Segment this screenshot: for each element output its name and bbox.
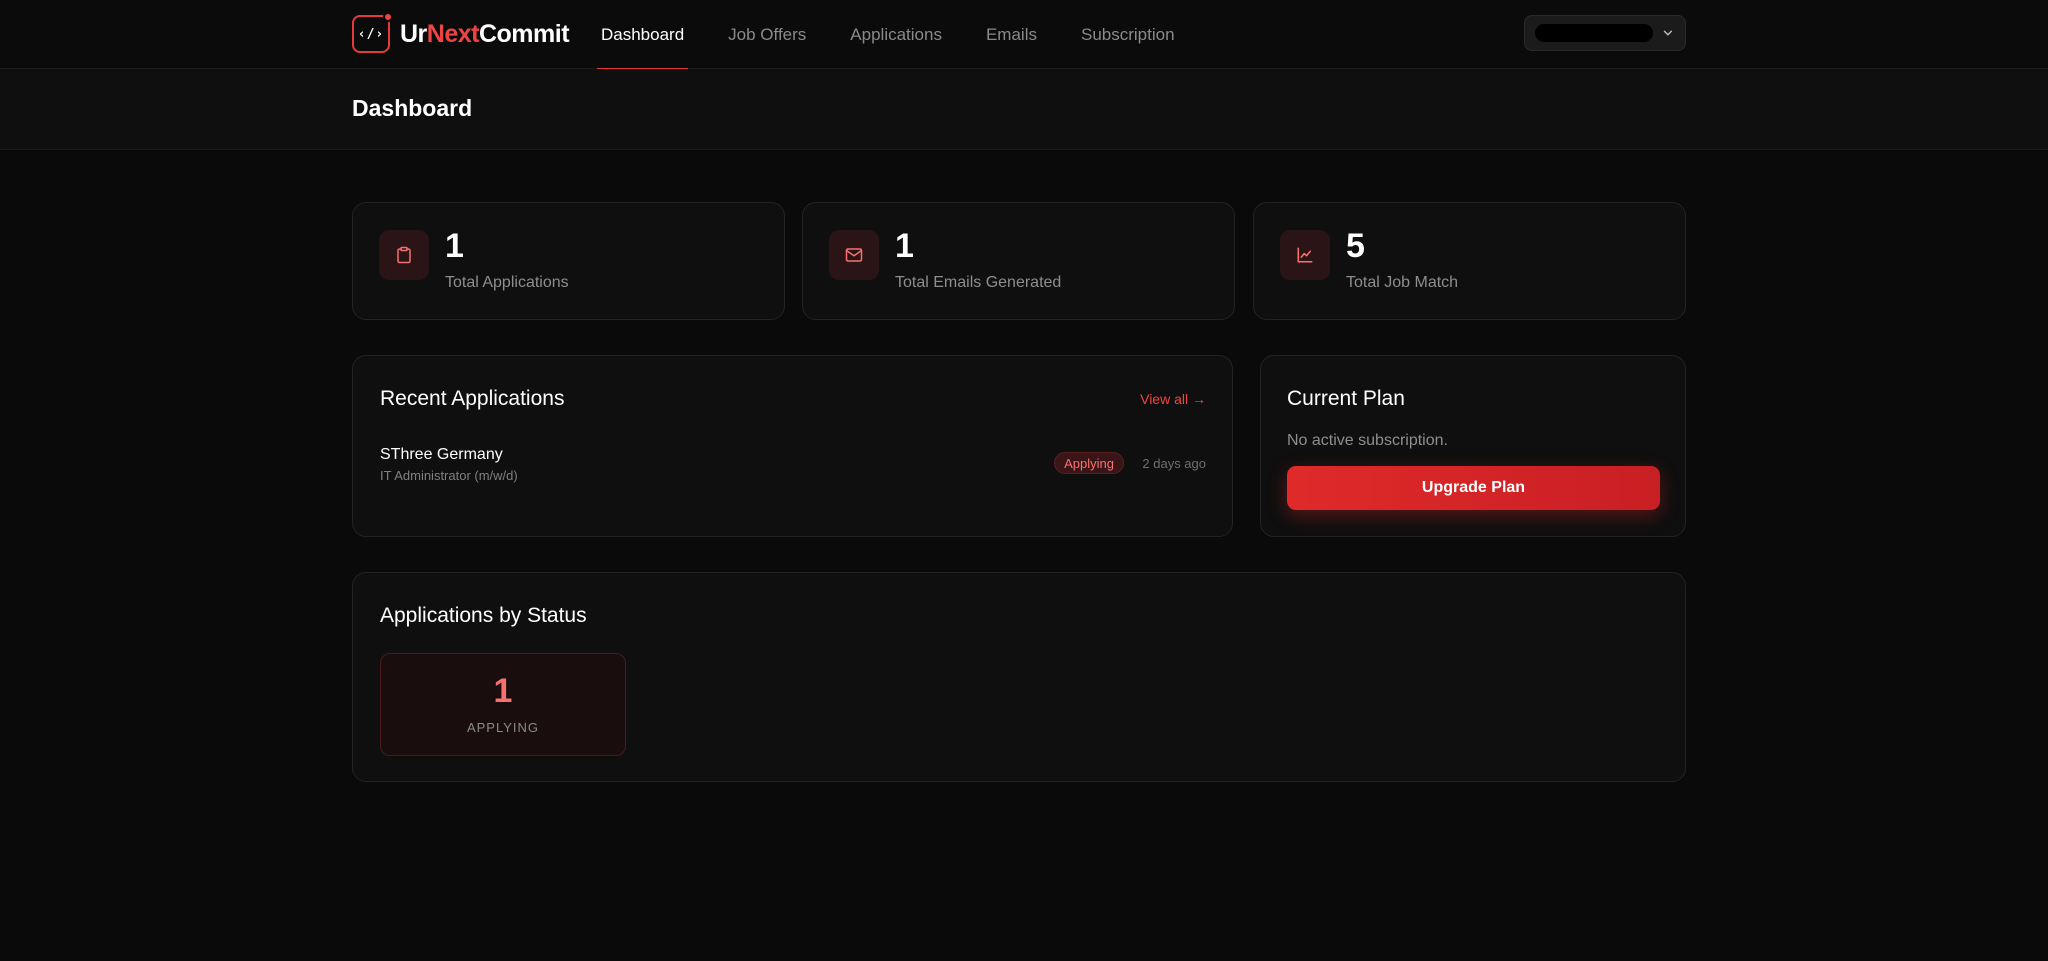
status-label: APPLYING bbox=[466, 720, 540, 735]
application-time: 2 days ago bbox=[1142, 456, 1206, 471]
user-menu-button[interactable] bbox=[1524, 15, 1686, 51]
stat-label: Total Applications bbox=[445, 274, 569, 291]
stat-value: 1 bbox=[445, 227, 464, 265]
current-plan-title: Current Plan bbox=[1287, 387, 1405, 410]
top-navigation: ‹/› UrNextCommit Dashboard Job Offers Ap… bbox=[0, 0, 2048, 70]
brand-name-part2: Next bbox=[426, 19, 480, 48]
nav-job-offers[interactable]: Job Offers bbox=[724, 0, 810, 69]
status-badge: Applying bbox=[1054, 452, 1124, 474]
plan-status-text: No active subscription. bbox=[1287, 432, 1448, 449]
application-role: IT Administrator (m/w/d) bbox=[380, 468, 518, 483]
line-chart-icon bbox=[1280, 230, 1330, 280]
applications-by-status-card: Applications by Status 1 APPLYING bbox=[352, 572, 1686, 782]
recent-applications-title: Recent Applications bbox=[380, 387, 565, 410]
view-all-link[interactable]: View all → bbox=[1140, 391, 1206, 407]
brand-name: UrNextCommit bbox=[400, 19, 570, 49]
nav-emails[interactable]: Emails bbox=[982, 0, 1041, 69]
brand-name-part1: Ur bbox=[400, 19, 427, 48]
nav-subscription[interactable]: Subscription bbox=[1077, 0, 1179, 69]
status-summary-applying[interactable]: 1 APPLYING bbox=[380, 653, 626, 756]
user-name-redacted bbox=[1535, 24, 1654, 42]
page-header: Dashboard bbox=[0, 69, 2048, 150]
stat-value: 5 bbox=[1346, 227, 1365, 265]
logo-mark-glyph: ‹/› bbox=[357, 26, 385, 42]
current-plan-card: Current Plan No active subscription. Upg… bbox=[1260, 355, 1686, 537]
stat-label: Total Emails Generated bbox=[895, 274, 1062, 291]
code-brackets-icon: ‹/› bbox=[352, 12, 393, 53]
application-company: SThree Germany bbox=[380, 446, 503, 463]
brand-name-part3: Commit bbox=[478, 19, 570, 48]
notification-dot bbox=[383, 12, 393, 22]
upgrade-plan-button[interactable]: Upgrade Plan bbox=[1287, 466, 1660, 510]
recent-applications-card: Recent Applications View all → SThree Ge… bbox=[352, 355, 1233, 537]
main-nav: Dashboard Job Offers Applications Emails… bbox=[597, 0, 1215, 70]
stat-card-total-job-match: 5 Total Job Match bbox=[1253, 202, 1686, 320]
status-count: 1 bbox=[493, 672, 513, 710]
stat-value: 1 bbox=[895, 227, 914, 265]
page-title: Dashboard bbox=[352, 95, 473, 121]
table-row[interactable]: SThree Germany IT Administrator (m/w/d) … bbox=[380, 446, 1206, 486]
stat-card-total-applications: 1 Total Applications bbox=[352, 202, 785, 320]
nav-applications[interactable]: Applications bbox=[846, 0, 946, 69]
brand-logo[interactable]: ‹/› UrNextCommit bbox=[352, 12, 570, 54]
applications-by-status-title: Applications by Status bbox=[380, 604, 587, 627]
nav-dashboard[interactable]: Dashboard bbox=[597, 0, 689, 70]
stat-label: Total Job Match bbox=[1346, 274, 1459, 291]
chevron-down-icon bbox=[1663, 30, 1673, 36]
clipboard-icon bbox=[379, 230, 429, 280]
stat-card-total-emails: 1 Total Emails Generated bbox=[802, 202, 1235, 320]
mail-icon bbox=[829, 230, 879, 280]
